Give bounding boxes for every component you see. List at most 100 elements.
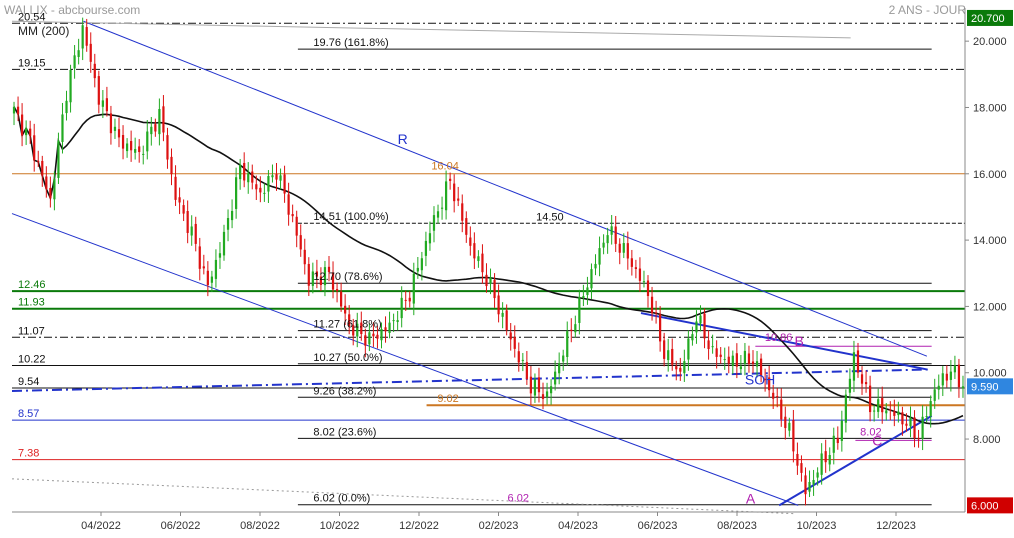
candle-body: [125, 143, 129, 152]
candle-body: [239, 164, 242, 180]
level-label: 9.02: [437, 393, 458, 405]
candle-body: [457, 198, 460, 201]
candle-body: [836, 437, 839, 444]
x-tick-label: 12/2023: [876, 520, 916, 532]
candle-body: [182, 205, 185, 214]
candle-body: [521, 359, 524, 361]
candle-body: [497, 295, 500, 315]
candle-body: [897, 411, 900, 416]
candle-body: [893, 411, 896, 416]
candles: [12, 17, 965, 506]
price-badge-label: 20.700: [971, 13, 1005, 25]
candle-body: [255, 184, 258, 190]
candle-body: [117, 129, 121, 138]
candle-body: [828, 454, 831, 465]
candle-body: [848, 378, 852, 393]
candle-body: [109, 113, 113, 134]
candle-body: [598, 248, 601, 265]
candle-body: [243, 162, 246, 181]
level-label-extra: 10.86: [765, 332, 793, 344]
level-label: 11.07: [18, 325, 45, 337]
level-label-extra: 16.04: [431, 160, 459, 172]
level-label: 9.54: [18, 376, 39, 388]
candle-body: [533, 379, 537, 396]
annotation-soh: SOH: [745, 371, 775, 387]
candle-body: [307, 263, 310, 286]
candle-body: [485, 274, 488, 287]
y-tick-label: 10.000: [973, 368, 1007, 380]
candle-body: [194, 223, 197, 244]
candle-body: [49, 187, 52, 199]
price-badge-label: 6.000: [971, 500, 999, 512]
candle-body: [440, 207, 444, 209]
candle-body: [755, 361, 759, 367]
candle-body: [190, 226, 193, 236]
moving-average-line: [13, 106, 964, 425]
candle-body: [12, 106, 16, 114]
x-tick-label: 10/2023: [797, 520, 837, 532]
candle-body: [590, 269, 593, 289]
candle-body: [699, 315, 702, 324]
candle-body: [792, 420, 795, 452]
candle-body: [614, 226, 617, 244]
candle-body: [77, 50, 80, 57]
candle-body: [860, 374, 864, 384]
price-badge-label: 9.590: [971, 381, 999, 393]
price-chart: 20.54 19.76 (161.8%) 19.15 14.51 (100.0%) 12…: [11, 8, 1013, 532]
candle-body: [477, 256, 480, 262]
x-tick-label: 08/2023: [717, 520, 757, 532]
candle-body: [909, 417, 912, 427]
level-label: 19.15: [18, 57, 46, 69]
candle-body: [85, 27, 88, 46]
candle-body: [925, 416, 928, 418]
candle-body: [832, 435, 835, 453]
candle-body: [154, 124, 157, 132]
candle-body: [134, 148, 137, 153]
candle-body: [384, 327, 387, 332]
candle-body: [541, 394, 545, 399]
candle-body: [226, 218, 230, 230]
candle-body: [432, 215, 436, 231]
candle-body: [804, 475, 807, 495]
candle-body: [913, 417, 916, 438]
candle-body: [808, 482, 811, 492]
level-label: 19.76 (161.8%): [313, 37, 388, 49]
candle-body: [816, 472, 819, 478]
level-lines: [12, 22, 965, 506]
candle-body: [501, 312, 504, 317]
trendline-support: [778, 414, 933, 507]
candle-body: [279, 175, 282, 181]
candle-body: [824, 451, 827, 463]
level-label-extra: 6.02: [508, 493, 529, 505]
candle-body: [707, 340, 710, 350]
candle-body: [675, 366, 678, 370]
candle-body: [198, 246, 201, 269]
candle-body: [150, 126, 153, 135]
candle-body: [901, 412, 904, 425]
x-tick-label: 06/2022: [161, 520, 201, 532]
candle-body: [388, 322, 391, 333]
candle-body: [776, 396, 779, 398]
candle-body: [158, 108, 161, 135]
trendline-upper-channel: [83, 20, 928, 357]
candle-body: [574, 324, 577, 333]
candle-body: [711, 346, 714, 348]
candle-body: [957, 364, 961, 388]
candle-body: [719, 354, 722, 357]
y-tick-label: 12.000: [973, 301, 1007, 313]
trendline-dotted-base: [11, 478, 794, 515]
level-label: 12.70 (78.6%): [313, 271, 382, 283]
candle-body: [663, 340, 666, 359]
candle-body: [671, 348, 674, 365]
candle-body: [473, 243, 476, 259]
candle-body: [230, 210, 234, 221]
candle-body: [267, 176, 270, 192]
candle-body: [844, 394, 847, 423]
candle-body: [37, 160, 40, 162]
candle-body: [210, 276, 213, 283]
candle-body: [339, 291, 343, 307]
candle-body: [162, 106, 165, 133]
candle-body: [796, 453, 799, 466]
candle-body: [679, 367, 682, 372]
candle-body: [630, 258, 633, 267]
